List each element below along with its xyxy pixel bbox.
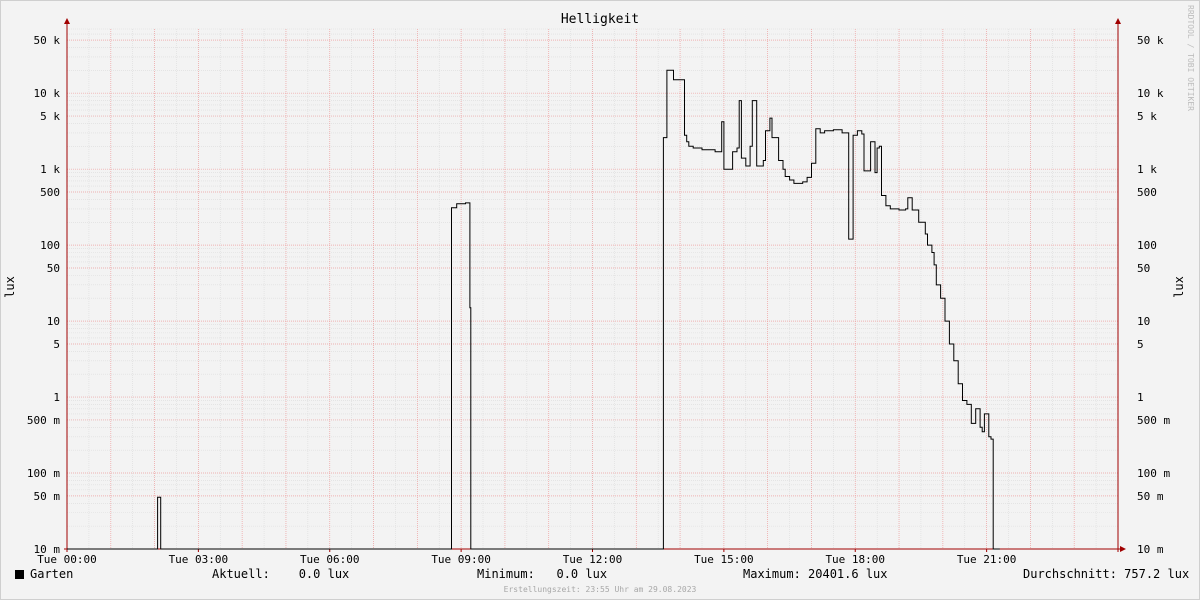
x-ticks: Tue 00:00 Tue 03:00 Tue 06:00 Tue 09:00 Tue … [37, 549, 1016, 566]
major-grid [66, 29, 1119, 550]
watermark: RRDTOOL / TOBI OETIKER [1186, 5, 1195, 111]
y-tick-label-left: 50 k [34, 34, 61, 47]
y-axis-arrow-right [1115, 18, 1121, 24]
y-axis-arrow-left [64, 18, 70, 24]
y-tick-label-left: 5 [53, 338, 60, 351]
average-value: 757.2 lux [1124, 567, 1190, 581]
legend-series-name: Garten [30, 567, 74, 581]
minimum-value: 0.0 lux [556, 567, 608, 581]
minimum-label: Minimum: [477, 567, 535, 581]
aktuell-label: Aktuell: [212, 567, 270, 581]
y-tick-label-left: 500 m [27, 414, 60, 427]
chart-title: Helligkeit [561, 12, 639, 27]
y-ticks-right: 50 k 10 k 5 k 1 k 500 100 50 10 5 1 500 m 100 m 50 m… [1137, 34, 1170, 556]
y-tick-label-left: 1 [53, 391, 60, 404]
y-tick-label-right: 100 m [1137, 467, 1170, 480]
legend-swatch [15, 570, 24, 579]
x-tick-label: Tue 12:00 [563, 553, 623, 566]
x-tick-label: Tue 03:00 [169, 553, 229, 566]
creation-time-footer: Erstellungszeit: 23:55 Uhr am 29.08.2023 [503, 585, 697, 594]
x-tick-label: Tue 15:00 [694, 553, 754, 566]
y-tick-label-right: 500 [1137, 186, 1157, 199]
y-ticks-left: 50 k 10 k 5 k 1 k 500 100 50 10 5 1 500 m 100 m 50 m… [27, 34, 60, 556]
y-tick-label-right: 1 [1137, 391, 1144, 404]
chart-svg: Helligkeit lux lux RRDTOOL / TOBI OETIKE… [3, 5, 1195, 566]
x-tick-label: Tue 09:00 [431, 553, 491, 566]
y-tick-label-right: 10 m [1137, 543, 1164, 556]
x-tick-label: Tue 00:00 [37, 553, 97, 566]
y-tick-label-right: 100 [1137, 239, 1157, 252]
y-tick-label-left: 10 k [34, 87, 61, 100]
aktuell-value: 0.0 lux [298, 567, 350, 581]
y-tick-label-left: 50 [47, 262, 60, 275]
y-tick-label-left: 10 [47, 315, 60, 328]
y-tick-label-right: 50 m [1137, 490, 1164, 503]
series-group [67, 69, 1000, 550]
y-axis-label-right: lux [1172, 276, 1186, 298]
y-tick-label-left: 100 m [27, 467, 60, 480]
y-tick-label-right: 5 k [1137, 110, 1157, 123]
y-tick-label-right: 50 [1137, 262, 1150, 275]
y-tick-label-right: 10 k [1137, 87, 1164, 100]
legend-minimum: Minimum: 0.0 lux [477, 567, 607, 581]
x-tick-label: Tue 18:00 [825, 553, 885, 566]
y-tick-label-left: 500 [40, 186, 60, 199]
y-tick-label-right: 5 [1137, 338, 1144, 351]
y-axis-label-left: lux [3, 276, 17, 298]
y-tick-label-right: 50 k [1137, 34, 1164, 47]
y-tick-label-left: 100 [40, 239, 60, 252]
y-tick-label-left: 5 k [40, 110, 60, 123]
y-tick-label-right: 1 k [1137, 163, 1157, 176]
average-label: Durchschnitt: [1023, 567, 1117, 581]
y-tick-label-left: 1 k [40, 163, 60, 176]
series-line-garten [67, 69, 1000, 550]
x-tick-label: Tue 21:00 [957, 553, 1017, 566]
y-tick-label-right: 500 m [1137, 414, 1170, 427]
x-tick-label: Tue 06:00 [300, 553, 360, 566]
legend-maximum: Maximum: 20401.6 lux [743, 567, 888, 581]
maximum-label: Maximum: [743, 567, 801, 581]
legend-aktuell: Aktuell: 0.0 lux [212, 567, 349, 581]
y-tick-label-left: 50 m [34, 490, 61, 503]
x-axis-arrow [1120, 546, 1126, 552]
y-tick-label-right: 10 [1137, 315, 1150, 328]
maximum-value: 20401.6 lux [808, 567, 888, 581]
legend-average: Durchschnitt: 757.2 lux [1023, 567, 1189, 581]
